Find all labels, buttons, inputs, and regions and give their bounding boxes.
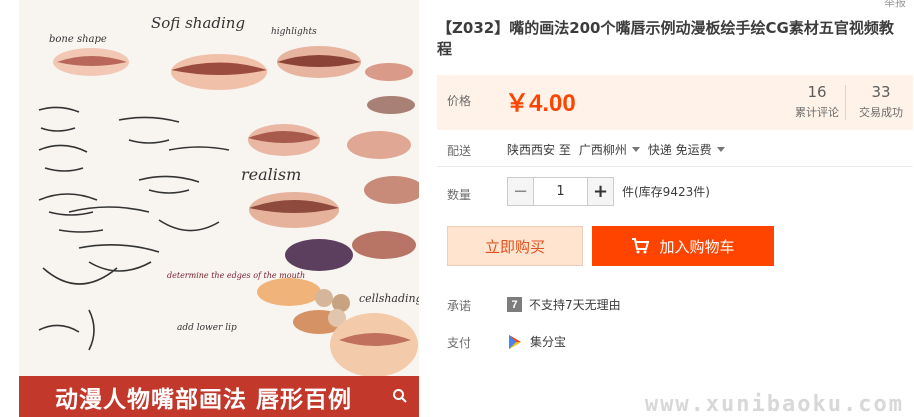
stat-divider (845, 85, 846, 120)
quantity-input[interactable]: 1 (534, 177, 587, 206)
dropdown-icon[interactable] (631, 147, 640, 152)
increase-button[interactable]: + (587, 177, 614, 206)
promise-row: 7 不支持7天无理由 (507, 296, 621, 313)
decrease-button[interactable]: − (507, 177, 534, 206)
sales-count: 33 (871, 83, 891, 101)
promise-label: 承诺 (447, 299, 472, 313)
review-count-label: 累计评论 (795, 106, 839, 119)
payment-row: 集分宝 (507, 333, 566, 350)
sales-count-stat: 33 交易成功 (849, 83, 913, 120)
quantity-stepper: − 1 + 件(库存9423件) (507, 177, 710, 206)
banner-text: 动漫人物嘴部画法 唇形百例 (55, 386, 353, 413)
review-count: 16 (807, 83, 827, 101)
lips-illustration: bone shape Sofi shading highlights reali… (19, 0, 419, 376)
svg-text:determine the edges of the mou: determine the edges of the mouth (167, 271, 305, 280)
seven-day-icon: 7 (507, 297, 522, 312)
shipping-destination[interactable]: 广西柳州 (579, 141, 627, 158)
cart-icon (631, 238, 650, 254)
add-to-cart-label: 加入购物车 (659, 237, 735, 256)
buy-now-button[interactable]: 立即购买 (447, 226, 583, 266)
payment-text: 集分宝 (530, 335, 567, 349)
search-icon[interactable] (389, 385, 411, 407)
watermark: www.xunibaoku.com (644, 392, 904, 417)
divider (437, 166, 913, 167)
shipping-method[interactable]: 快递 免运费 (648, 141, 712, 158)
svg-text:cellshading: cellshading (359, 292, 419, 305)
product-image-gallery[interactable]: bone shape Sofi shading highlights reali… (19, 0, 419, 417)
promise-text: 不支持7天无理由 (529, 298, 621, 312)
price-panel: 价格 ￥4.00 16 累计评论 33 交易成功 (437, 75, 913, 130)
quantity-label: 数量 (447, 188, 472, 202)
shipping-label: 配送 (447, 144, 472, 158)
product-info-panel: 举报 【Z032】嘴的画法200个嘴唇示例动漫板绘手绘CG素材五官视频教程 价格… (437, 0, 914, 417)
svg-text:realism: realism (241, 165, 301, 184)
add-to-cart-button[interactable]: 加入购物车 (592, 226, 774, 266)
svg-text:bone shape: bone shape (49, 34, 107, 45)
svg-text:highlights: highlights (271, 27, 317, 37)
review-count-stat[interactable]: 16 累计评论 (785, 83, 849, 120)
report-link[interactable]: 举报 (884, 0, 906, 10)
shipping-from: 陕西西安 至 (507, 143, 571, 157)
dropdown-icon[interactable] (716, 147, 725, 152)
product-title: 【Z032】嘴的画法200个嘴唇示例动漫板绘手绘CG素材五官视频教程 (437, 19, 894, 58)
sales-count-label: 交易成功 (859, 106, 903, 119)
svg-text:add lower lip: add lower lip (177, 323, 237, 333)
payment-label: 支付 (447, 336, 472, 350)
jifenbao-icon (507, 334, 523, 350)
shipping-info: 陕西西安 至 广西柳州 快递 免运费 (507, 141, 733, 158)
price-value: ￥4.00 (505, 90, 576, 117)
stock-info: 件(库存9423件) (622, 185, 710, 199)
svg-text:Sofi shading: Sofi shading (151, 14, 245, 32)
image-banner: 动漫人物嘴部画法 唇形百例 (19, 376, 419, 417)
price-label: 价格 (447, 94, 472, 108)
